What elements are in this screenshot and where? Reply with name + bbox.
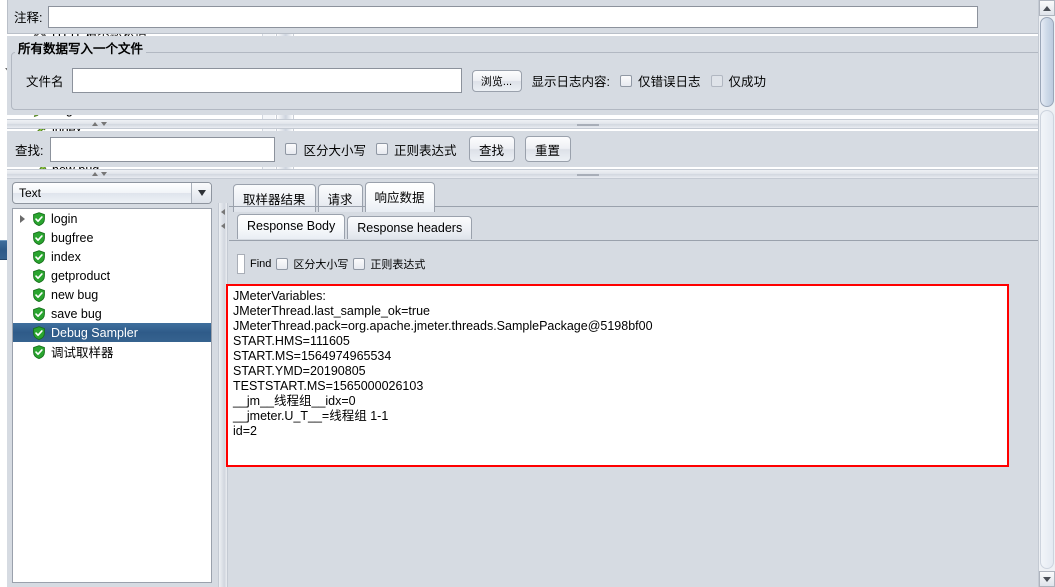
status-ok-shield-icon — [29, 211, 49, 226]
chevron-right-icon[interactable] — [221, 209, 225, 215]
response-body-viewer[interactable]: JMeterVariables: JMeterThread.last_sampl… — [226, 284, 1009, 467]
result-item-getproduct[interactable]: getproduct — [13, 266, 211, 285]
split-grip — [577, 124, 599, 126]
reset-button[interactable]: 重置 — [524, 136, 571, 162]
result-item-label: index — [51, 249, 81, 264]
file-group-title: 所有数据写入一个文件 — [15, 38, 147, 57]
tab-response-headers[interactable]: Response headers — [347, 216, 473, 239]
find-regex-checkbox[interactable] — [353, 258, 366, 270]
search-case-sensitive-checkbox[interactable] — [285, 143, 298, 155]
success-only-label: 仅成功 — [728, 75, 767, 89]
find-field-stub[interactable] — [237, 254, 245, 274]
render-type-value: Text — [19, 186, 42, 200]
chevron-right-icon[interactable] — [15, 214, 29, 223]
status-ok-shield-icon — [29, 325, 49, 340]
find-case-sensitive-label: 区分大小写 — [293, 259, 349, 271]
tab-response-body[interactable]: Response Body — [237, 214, 346, 239]
chevron-down-icon[interactable] — [101, 122, 107, 126]
inner-tab-underline — [229, 240, 1047, 241]
render-type-combo[interactable]: Text — [12, 182, 212, 204]
arrow-up-icon — [1043, 5, 1051, 11]
arrow-down-icon — [1043, 576, 1051, 582]
jmeter-window: 测试计划HTTP请求默认值HTTP Cookie管理器线程组loginbugfr… — [0, 0, 1055, 587]
status-ok-shield-icon — [29, 306, 49, 321]
split-collapse-arrows-2[interactable] — [92, 172, 107, 176]
result-item-调试取样器[interactable]: 调试取样器 — [13, 342, 211, 361]
chevron-down-icon[interactable] — [191, 183, 211, 203]
scrollbar-track[interactable] — [1040, 110, 1054, 569]
status-ok-shield-icon — [29, 230, 49, 245]
comment-label: 注释: — [14, 11, 43, 25]
response-body-text: JMeterVariables: JMeterThread.last_sampl… — [233, 289, 653, 438]
chevron-up-icon[interactable] — [92, 122, 98, 126]
result-item-label: bugfree — [51, 230, 94, 245]
result-item-label: Debug Sampler — [51, 325, 138, 340]
result-item-save-bug[interactable]: save bug — [13, 304, 211, 323]
result-item-index[interactable]: index — [13, 247, 211, 266]
search-regex-label: 正则表达式 — [394, 143, 457, 158]
tab-响应数据[interactable]: 响应数据 — [364, 182, 435, 212]
search-regex-checkbox[interactable] — [376, 143, 388, 155]
sample-result-list[interactable]: login bugfree index getproduct new bug save b… — [12, 208, 212, 583]
status-ok-shield-icon — [29, 249, 49, 264]
result-item-label: login — [51, 211, 78, 226]
status-ok-shield-icon — [29, 268, 49, 283]
split-bar-upper[interactable] — [7, 119, 1052, 129]
find-regex-label: 正则表达式 — [370, 259, 426, 271]
errors-only-checkbox[interactable] — [620, 74, 632, 87]
outer-tab-underline — [229, 206, 1047, 207]
response-find-bar: Find 区分大小写 正则表达式 — [233, 253, 1049, 275]
result-item-new-bug[interactable]: new bug — [13, 285, 211, 304]
search-case-sensitive-label: 区分大小写 — [303, 143, 366, 158]
split-collapse-arrows[interactable] — [92, 122, 107, 126]
result-item-bugfree[interactable]: bugfree — [13, 228, 211, 247]
window-vertical-scrollbar[interactable] — [1038, 0, 1055, 587]
status-ok-shield-icon — [29, 287, 49, 302]
filename-input[interactable] — [71, 68, 462, 93]
find-button[interactable]: 查找 — [468, 136, 515, 162]
result-item-label: 调试取样器 — [51, 346, 114, 360]
search-row: 查找: 区分大小写 正则表达式 查找 重置 — [7, 131, 1052, 167]
search-label: 查找: — [15, 143, 44, 158]
success-only-checkbox[interactable] — [710, 74, 723, 87]
split-grip — [577, 174, 599, 176]
file-group-box: 文件名 浏览... 显示日志内容: 仅错误日志 仅成功 — [11, 52, 1047, 110]
comment-input[interactable] — [48, 5, 979, 28]
scrollbar-thumb[interactable] — [1040, 17, 1054, 107]
result-item-label: save bug — [51, 306, 102, 321]
chevron-down-icon[interactable] — [101, 172, 107, 176]
result-item-label: getproduct — [51, 268, 111, 283]
scroll-down-button[interactable] — [1039, 571, 1055, 587]
comment-row: 注释: — [7, 0, 1052, 34]
result-item-login[interactable]: login — [13, 209, 211, 228]
tab-取样器结果[interactable]: 取样器结果 — [233, 184, 316, 212]
find-case-sensitive-checkbox[interactable] — [276, 258, 289, 270]
scroll-up-button[interactable] — [1039, 0, 1055, 16]
sampler-tabs[interactable]: 取样器结果 请求 响应数据 — [233, 182, 435, 212]
filename-label: 文件名 — [26, 75, 64, 89]
result-item-label: new bug — [51, 287, 99, 302]
status-ok-shield-icon — [29, 344, 49, 359]
chevron-right-icon-2[interactable] — [221, 223, 225, 229]
log-display-label: 显示日志内容: — [531, 75, 610, 89]
search-input[interactable] — [50, 136, 276, 162]
split-bar-lower[interactable] — [7, 169, 1052, 179]
tab-请求[interactable]: 请求 — [317, 184, 363, 212]
response-tabs[interactable]: Response Body Response headers — [237, 214, 473, 239]
results-left-column: Text login bugfree index getproduct new bug s… — [12, 179, 217, 587]
result-item-debug-sampler[interactable]: Debug Sampler — [13, 323, 211, 342]
find-label: Find — [250, 258, 272, 270]
errors-only-label: 仅错误日志 — [638, 75, 701, 89]
browse-button[interactable]: 浏览... — [471, 69, 522, 92]
chevron-up-icon[interactable] — [92, 172, 98, 176]
write-all-data-to-file-group: 所有数据写入一个文件 文件名 浏览... 显示日志内容: 仅错误日志 仅成功 — [7, 36, 1052, 115]
